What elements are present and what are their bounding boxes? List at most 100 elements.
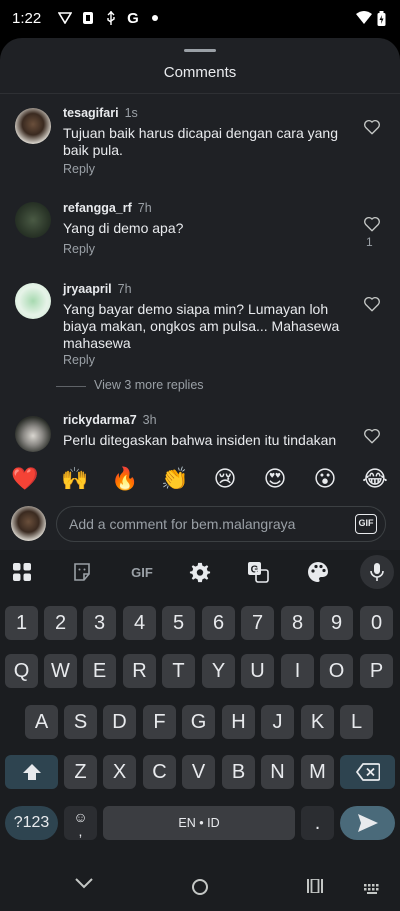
period-key[interactable]: . [301, 806, 334, 840]
key-i[interactable]: I [281, 654, 314, 688]
keyboard-switch-icon[interactable] [364, 881, 382, 899]
key-y[interactable]: Y [202, 654, 235, 688]
send-key[interactable] [340, 806, 395, 840]
key-z[interactable]: Z [64, 755, 97, 789]
avatar[interactable] [15, 202, 51, 238]
space-bar[interactable]: EN • ID [103, 806, 295, 840]
comment-input-placeholder: Add a comment for bem.malangraya [69, 516, 296, 532]
reply-button[interactable]: Reply [63, 242, 95, 256]
reply-button[interactable]: Reply [63, 353, 95, 367]
key-q[interactable]: Q [5, 654, 38, 688]
like-heart-icon[interactable] [363, 295, 381, 313]
comment-text: Perlu ditegaskan bahwa insiden itu tinda… [63, 432, 337, 448]
emoji-heart-eyes[interactable]: 😍 [250, 459, 300, 499]
avatar[interactable] [15, 108, 51, 144]
key-6[interactable]: 6 [202, 606, 235, 640]
emoji-surprised[interactable]: 😮 [300, 459, 350, 499]
key-7[interactable]: 7 [241, 606, 274, 640]
apps-grid-icon[interactable] [10, 560, 34, 584]
palette-icon[interactable] [306, 560, 330, 584]
back-chevron-icon[interactable] [74, 876, 94, 895]
key-u[interactable]: U [241, 654, 274, 688]
key-j[interactable]: J [261, 705, 294, 739]
emoji-icon: ☺ [73, 809, 88, 825]
comment-text: Yang di demo apa? [63, 220, 184, 236]
key-t[interactable]: T [162, 654, 195, 688]
like-count: 1 [366, 235, 373, 249]
key-o[interactable]: O [320, 654, 353, 688]
emoji-comma-key[interactable]: ☺ , [64, 806, 97, 840]
translate-icon[interactable]: G [246, 560, 270, 584]
microphone-icon[interactable] [360, 555, 394, 589]
key-8[interactable]: 8 [281, 606, 314, 640]
emoji-fire[interactable]: 🔥 [100, 459, 150, 499]
like-heart-icon[interactable] [363, 215, 381, 233]
drag-handle[interactable] [184, 49, 216, 52]
key-r[interactable]: R [123, 654, 156, 688]
comment-time: 3h [142, 413, 157, 427]
emoji-raised-hands[interactable]: 🙌 [50, 459, 100, 499]
key-d[interactable]: D [103, 705, 136, 739]
key-s[interactable]: S [64, 705, 97, 739]
key-2[interactable]: 2 [44, 606, 77, 640]
key-m[interactable]: M [301, 755, 334, 789]
recents-icon[interactable] [306, 878, 324, 898]
avatar[interactable] [15, 283, 51, 319]
symbols-key[interactable]: ?123 [5, 806, 58, 840]
key-1[interactable]: 1 [5, 606, 38, 640]
key-x[interactable]: X [103, 755, 136, 789]
emoji-laugh[interactable]: 😂 [350, 459, 400, 499]
usb-icon [104, 11, 118, 25]
shift-key[interactable] [5, 755, 58, 789]
key-4[interactable]: 4 [123, 606, 156, 640]
key-p[interactable]: P [360, 654, 393, 688]
dot-icon [148, 11, 162, 25]
emoji-clap[interactable]: 👏 [150, 459, 200, 499]
emoji-cry[interactable]: 😢 [200, 459, 250, 499]
gear-icon[interactable] [188, 560, 212, 584]
comment-time: 7h [137, 201, 152, 215]
comment-time: 7h [117, 282, 132, 296]
like-heart-icon[interactable] [363, 118, 381, 136]
comment-username[interactable]: tesagifari 1s [63, 106, 138, 120]
key-c[interactable]: C [143, 755, 176, 789]
sticker-icon[interactable] [70, 560, 94, 584]
reply-button[interactable]: Reply [63, 162, 95, 176]
key-l[interactable]: L [340, 705, 373, 739]
comment-time: 1s [124, 106, 138, 120]
keyboard-toolbar: GIF G [0, 550, 400, 594]
key-f[interactable]: F [143, 705, 176, 739]
key-w[interactable]: W [44, 654, 77, 688]
home-icon[interactable] [191, 878, 209, 901]
key-3[interactable]: 3 [83, 606, 116, 640]
key-k[interactable]: K [301, 705, 334, 739]
replies-line [56, 386, 86, 387]
battery-icon [377, 11, 386, 31]
comment-username[interactable]: rickydarma7 3h [63, 413, 157, 427]
status-time: 1:22 [12, 10, 42, 27]
key-e[interactable]: E [83, 654, 116, 688]
comment-username[interactable]: refangga_rf 7h [63, 201, 152, 215]
notification-icon [81, 11, 95, 25]
key-0[interactable]: 0 [360, 606, 393, 640]
wifi-icon [356, 11, 372, 30]
key-g[interactable]: G [182, 705, 215, 739]
key-n[interactable]: N [261, 755, 294, 789]
gif-button[interactable]: GIF [355, 514, 377, 534]
key-5[interactable]: 5 [162, 606, 195, 640]
backspace-key[interactable] [340, 755, 395, 789]
emoji-heart[interactable]: ❤️ [0, 459, 50, 499]
comment-input-row: Add a comment for bem.malangraya GIF [0, 502, 400, 546]
comment-username[interactable]: jryaapril 7h [63, 282, 132, 296]
gif-tab[interactable]: GIF [128, 560, 156, 584]
view-more-replies[interactable]: View 3 more replies [94, 378, 204, 392]
key-v[interactable]: V [182, 755, 215, 789]
key-b[interactable]: B [222, 755, 255, 789]
navigation-bar [0, 861, 400, 911]
key-9[interactable]: 9 [320, 606, 353, 640]
like-heart-icon[interactable] [363, 427, 381, 445]
key-a[interactable]: A [25, 705, 58, 739]
key-h[interactable]: H [222, 705, 255, 739]
avatar[interactable] [15, 416, 51, 452]
comment-input[interactable]: Add a comment for bem.malangraya GIF [56, 506, 386, 542]
